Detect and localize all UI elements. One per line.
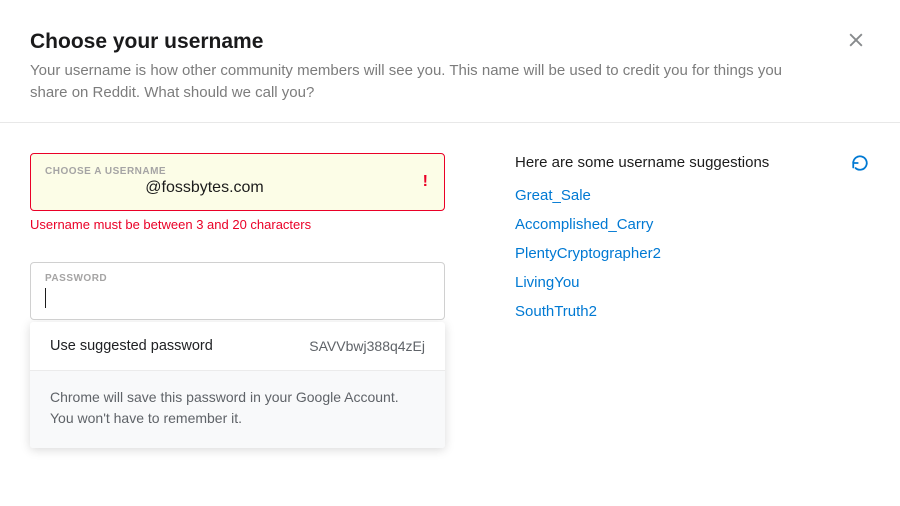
suggestion-item[interactable]: PlentyCryptographer2 (515, 245, 870, 262)
suggestions-column: Here are some username suggestions Great… (515, 153, 870, 448)
username-value: @fossbytes.com (45, 179, 404, 197)
suggestion-item[interactable]: LivingYou (515, 274, 870, 291)
suggested-password-value: SAVVbwj388q4zEj (309, 338, 425, 354)
password-suggestion-popup: Use suggested password SAVVbwj388q4zEj C… (30, 322, 445, 448)
suggestion-item[interactable]: Great_Sale (515, 187, 870, 204)
page-subtitle: Your username is how other community mem… (30, 60, 790, 104)
username-label: CHOOSE A USERNAME (45, 166, 404, 177)
password-input[interactable]: PASSWORD (30, 262, 445, 320)
divider (0, 122, 900, 123)
username-field-wrap: CHOOSE A USERNAME @fossbytes.com ! (30, 153, 445, 211)
refresh-icon (851, 154, 869, 172)
username-error-message: Username must be between 3 and 20 charac… (30, 217, 445, 232)
username-input[interactable]: CHOOSE A USERNAME @fossbytes.com ! (30, 153, 445, 211)
dialog-header: Choose your username Your username is ho… (30, 30, 870, 104)
refresh-suggestions-button[interactable] (850, 153, 870, 173)
use-suggested-password-button[interactable]: Use suggested password SAVVbwj388q4zEj (30, 322, 445, 370)
close-button[interactable] (842, 26, 870, 54)
password-label: PASSWORD (45, 273, 430, 284)
password-value (45, 288, 430, 308)
suggestions-header: Here are some username suggestions (515, 153, 870, 173)
suggestions-list: Great_Sale Accomplished_Carry PlentyCryp… (515, 187, 870, 320)
signup-dialog: Choose your username Your username is ho… (0, 0, 900, 468)
suggest-action-label: Use suggested password (50, 338, 213, 354)
page-title: Choose your username (30, 30, 870, 54)
suggestions-heading: Here are some username suggestions (515, 154, 769, 171)
suggestion-item[interactable]: SouthTruth2 (515, 303, 870, 320)
suggestion-item[interactable]: Accomplished_Carry (515, 216, 870, 233)
content-area: CHOOSE A USERNAME @fossbytes.com ! Usern… (30, 153, 870, 448)
password-save-note: Chrome will save this password in your G… (30, 370, 445, 448)
form-column: CHOOSE A USERNAME @fossbytes.com ! Usern… (30, 153, 445, 448)
close-icon (846, 30, 866, 50)
error-icon: ! (423, 173, 428, 191)
